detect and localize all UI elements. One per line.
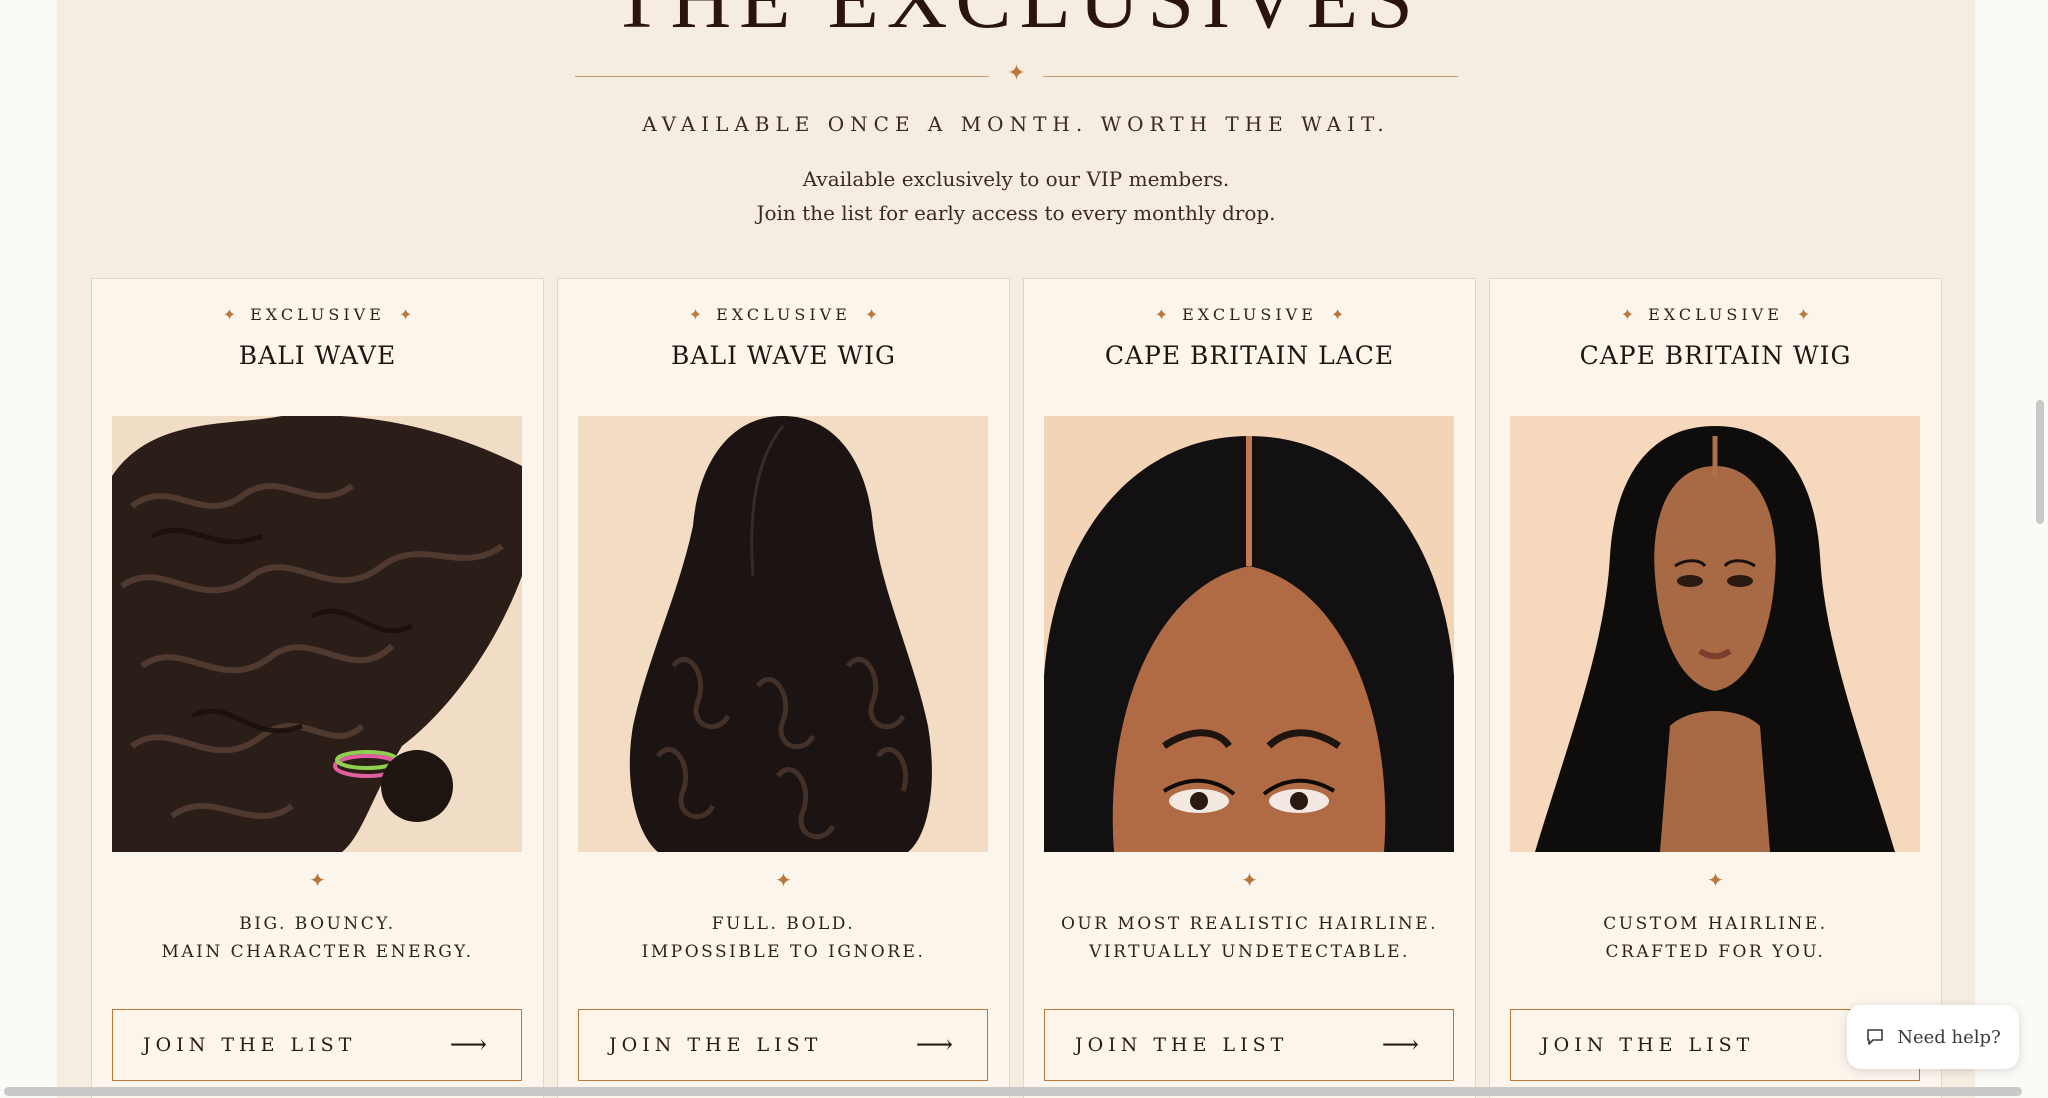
star-icon: ✦: [1796, 305, 1811, 324]
blurb-line-2: CRAFTED FOR YOU.: [1605, 942, 1826, 962]
join-button-label: JOIN THE LIST: [1075, 1034, 1289, 1056]
product-name: BALI WAVE: [238, 341, 397, 370]
join-button-label: JOIN THE LIST: [1541, 1034, 1755, 1056]
badge-label: EXCLUSIVE: [1648, 305, 1783, 324]
product-card-cape-britain-wig: ✦ EXCLUSIVE ✦ CAPE BRITAIN WIG ✦ CUSTOM HA…: [1489, 278, 1942, 1098]
section-tagline: AVAILABLE ONCE A MONTH. WORTH THE WAIT.: [642, 112, 1390, 136]
blurb-line-1: OUR MOST REALISTIC HAIRLINE.: [1060, 914, 1439, 934]
star-icon: ✦: [222, 305, 237, 324]
star-icon: ✦: [775, 868, 792, 892]
star-icon: ✦: [1330, 305, 1345, 324]
exclusive-badge: ✦ EXCLUSIVE ✦: [92, 305, 543, 324]
product-blurb: CUSTOM HAIRLINE. CRAFTED FOR YOU.: [1490, 910, 1941, 966]
section-description: Available exclusively to our VIP members…: [57, 162, 1975, 230]
blurb-line-1: CUSTOM HAIRLINE.: [1603, 914, 1828, 934]
section-title: THE EXCLUSIVES: [57, 0, 1975, 42]
vertical-scrollbar[interactable]: [2036, 400, 2044, 524]
divider-line-right: [1043, 76, 1458, 77]
exclusive-badge: ✦ EXCLUSIVE ✦: [558, 305, 1009, 324]
arrow-right-icon: ⟶: [449, 1030, 487, 1060]
description-line-1: Available exclusively to our VIP members…: [802, 167, 1230, 191]
blurb-line-2: IMPOSSIBLE TO IGNORE.: [641, 942, 926, 962]
star-icon: ✦: [1154, 305, 1169, 324]
exclusive-badge: ✦ EXCLUSIVE ✦: [1024, 305, 1475, 324]
description-line-2: Join the list for early access to every …: [756, 201, 1276, 225]
product-name: BALI WAVE WIG: [671, 341, 896, 370]
join-the-list-button[interactable]: JOIN THE LIST ⟶: [112, 1009, 522, 1081]
need-help-button[interactable]: Need help?: [1847, 1005, 2019, 1069]
star-icon: ✦: [864, 305, 879, 324]
exclusive-badge: ✦ EXCLUSIVE ✦: [1490, 305, 1941, 324]
join-button-label: JOIN THE LIST: [143, 1034, 357, 1056]
blurb-line-2: VIRTUALLY UNDETECTABLE.: [1089, 942, 1410, 962]
badge-label: EXCLUSIVE: [250, 305, 385, 324]
chat-bubble-icon: [1867, 1029, 1884, 1045]
star-icon: ✦: [309, 868, 326, 892]
star-icon: ✦: [688, 305, 703, 324]
arrow-right-icon: ⟶: [1381, 1030, 1419, 1060]
blurb-line-1: FULL. BOLD.: [711, 914, 856, 934]
product-blurb: BIG. BOUNCY. MAIN CHARACTER ENERGY.: [92, 910, 543, 966]
star-icon: ✦: [1007, 61, 1026, 86]
product-blurb: FULL. BOLD. IMPOSSIBLE TO IGNORE.: [558, 910, 1009, 966]
blurb-line-2: MAIN CHARACTER ENERGY.: [161, 942, 474, 962]
product-name: CAPE BRITAIN LACE: [1104, 341, 1395, 370]
need-help-label: Need help?: [1897, 1026, 2001, 1048]
cape-britain-wig-model-photo[interactable]: [1510, 416, 1920, 852]
star-icon: ✦: [1241, 868, 1258, 892]
blurb-line-1: BIG. BOUNCY.: [239, 914, 396, 934]
badge-label: EXCLUSIVE: [716, 305, 851, 324]
product-name: CAPE BRITAIN WIG: [1579, 341, 1852, 370]
star-icon: ✦: [398, 305, 413, 324]
arrow-right-icon: ⟶: [915, 1030, 953, 1060]
star-icon: ✦: [1620, 305, 1635, 324]
horizontal-scrollbar[interactable]: [4, 1087, 2022, 1096]
exclusives-section: THE EXCLUSIVES ✦ AVAILABLE ONCE A MONTH.…: [57, 0, 1975, 1098]
join-the-list-button[interactable]: JOIN THE LIST ⟶: [1044, 1009, 1454, 1081]
product-blurb: OUR MOST REALISTIC HAIRLINE. VIRTUALLY U…: [1024, 910, 1475, 966]
join-the-list-button[interactable]: JOIN THE LIST ⟶: [578, 1009, 988, 1081]
product-card-bali-wave: ✦ EXCLUSIVE ✦ BALI WAVE ✦ BIG. BOUNCY. M…: [91, 278, 544, 1098]
title-divider: ✦: [575, 61, 1458, 86]
product-card-cape-britain-lace: ✦ EXCLUSIVE ✦ CAPE BRITAIN LACE ✦ OUR MOST…: [1023, 278, 1476, 1098]
cape-britain-lace-hairline-photo[interactable]: [1044, 416, 1454, 852]
bali-wave-wig-back-photo[interactable]: [578, 416, 988, 852]
join-button-label: JOIN THE LIST: [609, 1034, 823, 1056]
star-icon: ✦: [1707, 868, 1724, 892]
badge-label: EXCLUSIVE: [1182, 305, 1317, 324]
product-card-bali-wave-wig: ✦ EXCLUSIVE ✦ BALI WAVE WIG ✦ FULL. BOLD.: [557, 278, 1010, 1098]
bali-wave-bundle-photo[interactable]: [112, 416, 522, 852]
divider-line-left: [575, 76, 989, 77]
